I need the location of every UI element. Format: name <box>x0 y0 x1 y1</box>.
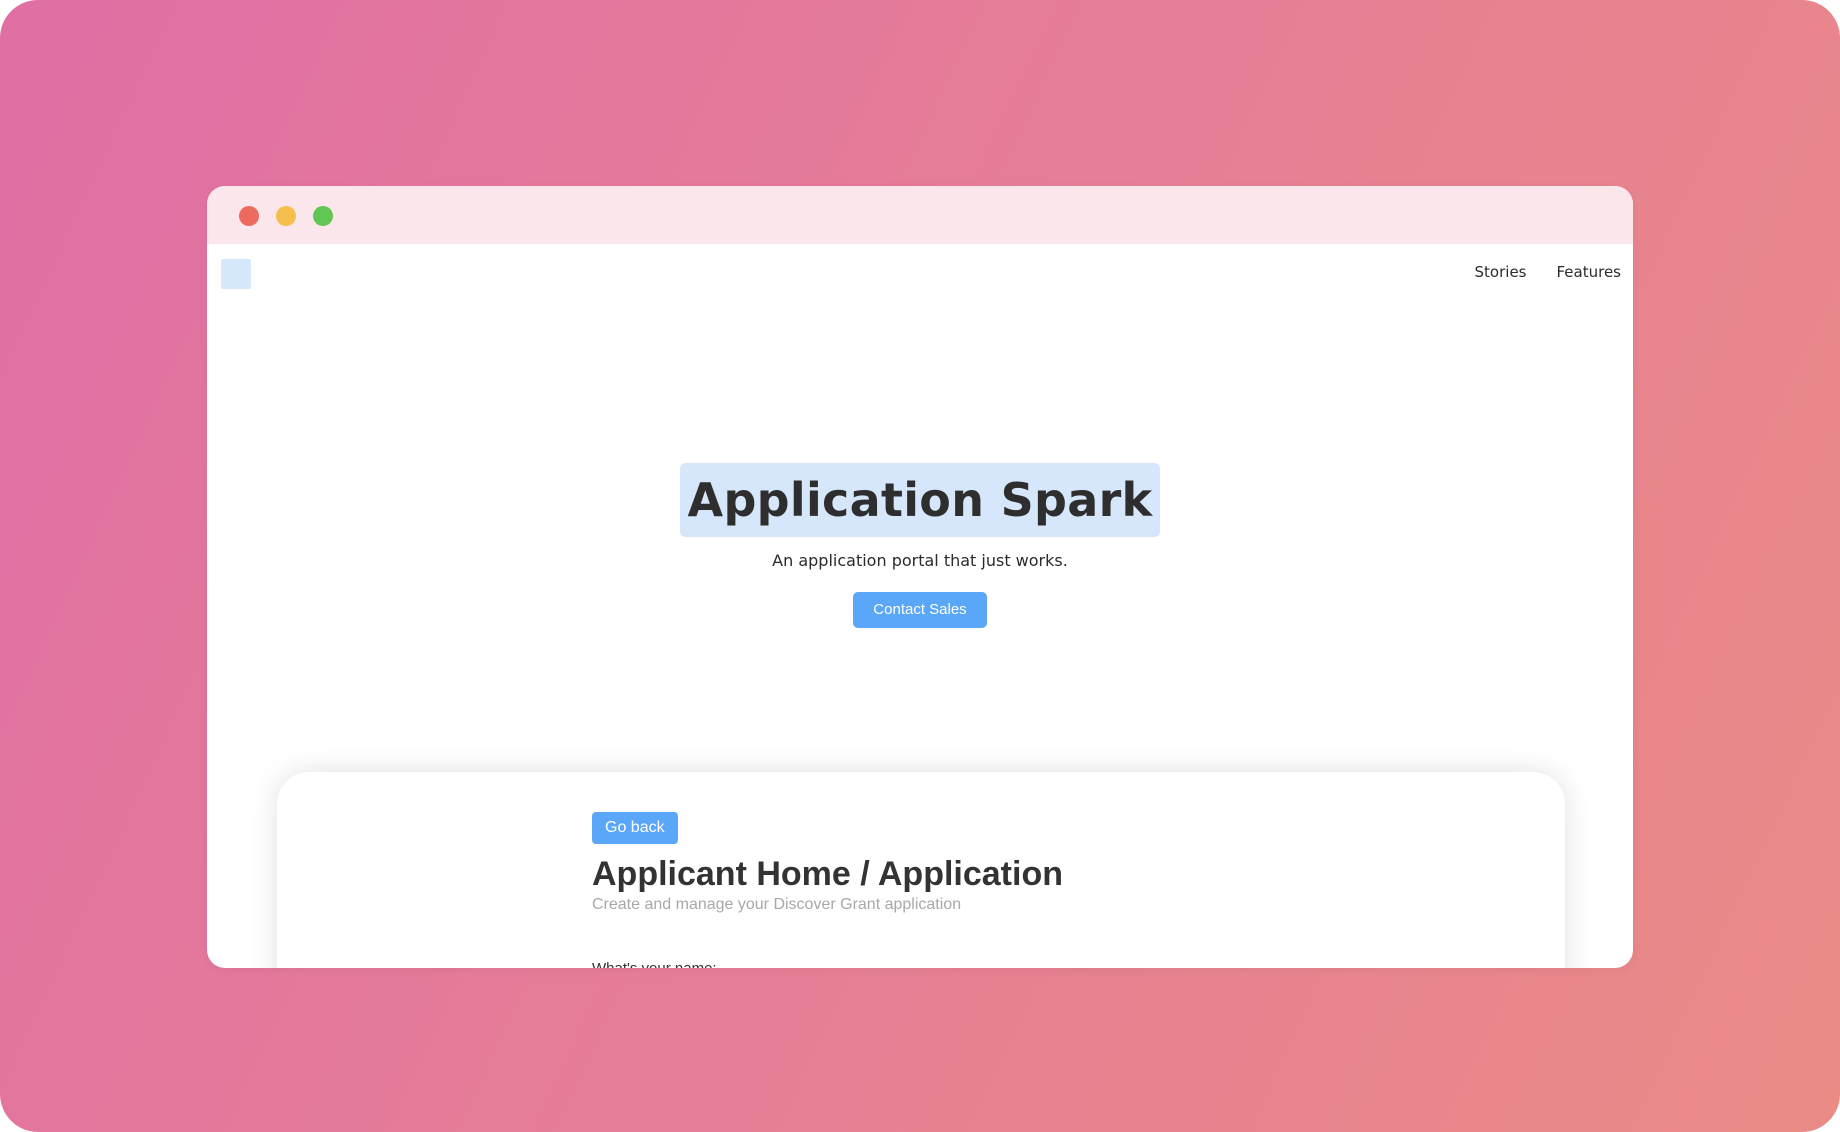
close-window-button[interactable] <box>239 206 259 226</box>
browser-window: Stories Features Application Spark An ap… <box>207 186 1633 968</box>
go-back-button[interactable]: Go back <box>592 812 678 844</box>
minimize-window-button[interactable] <box>276 206 296 226</box>
window-titlebar <box>207 186 1633 244</box>
hero-section: Application Spark An application portal … <box>207 463 1633 628</box>
hero-subtitle: An application portal that just works. <box>772 551 1068 570</box>
top-nav: Stories Features <box>1475 260 1621 284</box>
app-preview-content: Go back Applicant Home / Application Cre… <box>592 812 1063 968</box>
app-preview-card: Go back Applicant Home / Application Cre… <box>277 772 1565 968</box>
nav-link-stories[interactable]: Stories <box>1475 260 1527 284</box>
nav-link-features[interactable]: Features <box>1557 260 1622 284</box>
site-logo[interactable] <box>221 259 251 289</box>
preview-page-subtitle: Create and manage your Discover Grant ap… <box>592 896 962 913</box>
name-field-label: What's your name: <box>592 960 1063 968</box>
contact-sales-button[interactable]: Contact Sales <box>853 592 987 628</box>
maximize-window-button[interactable] <box>313 206 333 226</box>
hero-title: Application Spark <box>679 463 1161 537</box>
desktop-background: Stories Features Application Spark An ap… <box>0 0 1840 1132</box>
preview-page-title: Applicant Home / Application <box>592 855 1063 893</box>
